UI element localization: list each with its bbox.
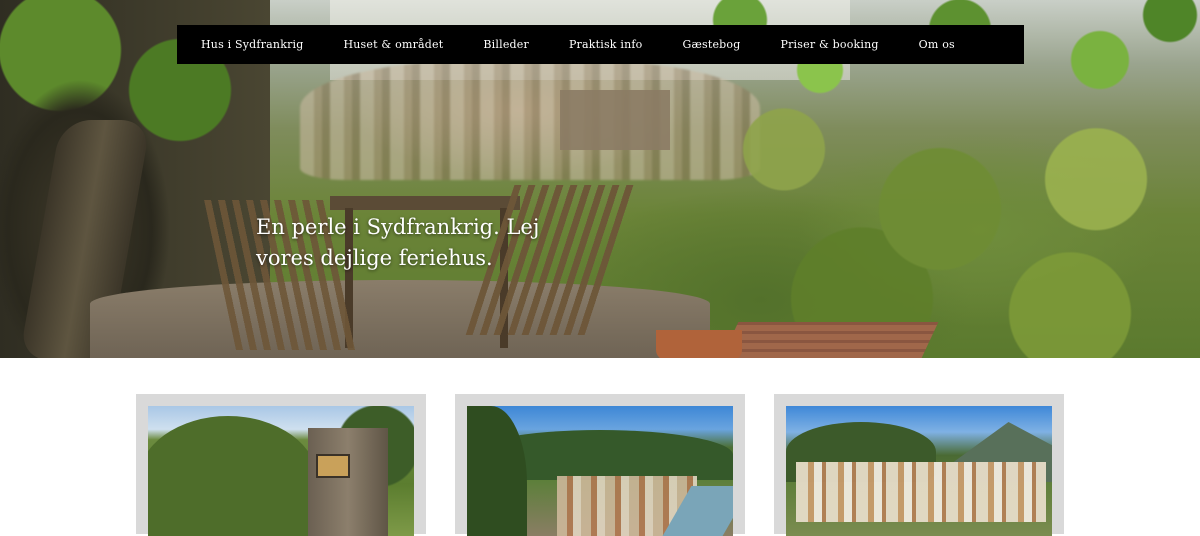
nav-item-billeder[interactable]: Billeder xyxy=(483,38,529,51)
hero-plant-pot-image xyxy=(656,330,742,358)
photo-card[interactable] xyxy=(774,394,1064,536)
village-shape xyxy=(796,462,1046,522)
hero-roof-image xyxy=(721,322,939,358)
village-photo[interactable] xyxy=(786,406,1052,536)
nav-item-priser-booking[interactable]: Priser & booking xyxy=(780,38,878,51)
main-nav: Hus i Sydfrankrig Huset & området Billed… xyxy=(177,25,1024,64)
house-photo[interactable] xyxy=(148,406,414,536)
nav-item-huset-omraadet[interactable]: Huset & området xyxy=(343,38,443,51)
hero-terrace-image xyxy=(90,280,710,358)
hero-table-image xyxy=(330,196,520,210)
window-shape xyxy=(316,454,350,478)
hill-shape xyxy=(148,416,318,536)
nav-item-hus-i-sydfrankrig[interactable]: Hus i Sydfrankrig xyxy=(201,38,303,51)
nav-item-praktisk-info[interactable]: Praktisk info xyxy=(569,38,643,51)
valley-photo[interactable] xyxy=(467,406,733,536)
stone-house-shape xyxy=(308,428,388,536)
tree-shape xyxy=(467,406,527,536)
hero-castle-image xyxy=(560,90,670,150)
nav-item-om-os[interactable]: Om os xyxy=(919,38,955,51)
photo-card[interactable] xyxy=(136,394,426,536)
photo-cards xyxy=(136,394,1066,536)
nav-item-gaestebog[interactable]: Gæstebog xyxy=(682,38,740,51)
hero-caption: En perle i Sydfrankrig. Lej vores dejlig… xyxy=(256,215,540,270)
photo-card[interactable] xyxy=(455,394,745,536)
